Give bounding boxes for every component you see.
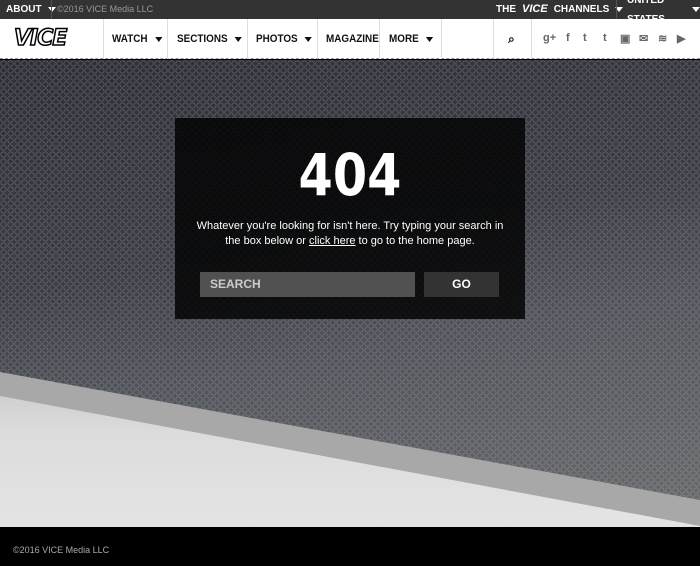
facebook-icon[interactable]: f: [566, 32, 570, 44]
nav-label: MORE: [389, 33, 419, 45]
divider: [441, 19, 442, 59]
error-message: Whatever you're looking for isn't here. …: [195, 219, 505, 249]
about-label: ABOUT: [6, 4, 42, 15]
email-icon[interactable]: ✉: [639, 32, 648, 45]
divider: [103, 19, 104, 59]
youtube-icon[interactable]: ▶: [677, 32, 685, 45]
tumblr-icon[interactable]: t: [603, 32, 607, 44]
nav-label: SECTIONS: [177, 33, 228, 45]
copyright-top: ©2016 VICE Media LLC: [57, 4, 154, 14]
about-dropdown[interactable]: ABOUT: [6, 0, 56, 19]
error-code: 404: [298, 141, 402, 209]
divider: [317, 19, 318, 59]
msg-text: to go to the home page.: [355, 235, 475, 247]
nav-magazine[interactable]: MAGAZINE: [326, 19, 379, 59]
divider: [51, 0, 52, 19]
go-button[interactable]: GO: [424, 272, 499, 297]
error-panel: 404 Whatever you're looking for isn't he…: [175, 118, 525, 319]
divider: [379, 19, 380, 59]
vice-logo[interactable]: VICE: [13, 26, 88, 52]
search-icon[interactable]: ⌕: [508, 32, 515, 47]
chevron-down-icon: [234, 36, 243, 42]
search-input[interactable]: SEARCH: [200, 272, 415, 297]
divider: [493, 19, 494, 59]
divider: [167, 19, 168, 59]
nav-photos[interactable]: PHOTOS: [256, 19, 313, 59]
vice-logo-small: VICE: [522, 3, 548, 15]
divider: [531, 19, 532, 59]
chevron-down-icon: [692, 7, 700, 12]
channels-prefix: THE: [496, 4, 516, 15]
footer: ©2016 VICE Media LLC: [0, 527, 700, 566]
divider: [616, 0, 617, 19]
chevron-down-icon: [425, 36, 434, 42]
footer-copyright: ©2016 VICE Media LLC: [13, 545, 110, 555]
home-link[interactable]: click here: [309, 235, 355, 247]
region-dropdown[interactable]: UNITED STATES: [627, 0, 700, 25]
chevron-down-icon: [304, 36, 313, 42]
divider: [247, 19, 248, 59]
top-bar: ABOUT ©2016 VICE Media LLC THE VICE CHANNE…: [0, 0, 700, 25]
nav-watch[interactable]: WATCH: [112, 19, 162, 59]
nav-more[interactable]: MORE: [389, 19, 434, 59]
rss-icon[interactable]: ≋: [658, 32, 667, 45]
nav-sections[interactable]: SECTIONS: [177, 19, 243, 59]
chevron-down-icon: [154, 36, 162, 42]
nav-label: PHOTOS: [256, 33, 298, 45]
instagram-icon[interactable]: ▣: [620, 32, 630, 45]
google-plus-icon[interactable]: g+: [543, 32, 556, 44]
main-nav: VICE WATCH SECTIONS PHOTOS MAGAZINE MORE…: [0, 19, 700, 59]
twitter-icon[interactable]: t: [583, 32, 587, 44]
nav-label: MAGAZINE: [326, 33, 379, 45]
channels-dropdown[interactable]: THE VICE CHANNELS: [496, 0, 624, 19]
channels-label: CHANNELS: [553, 4, 610, 15]
nav-label: WATCH: [112, 33, 148, 45]
